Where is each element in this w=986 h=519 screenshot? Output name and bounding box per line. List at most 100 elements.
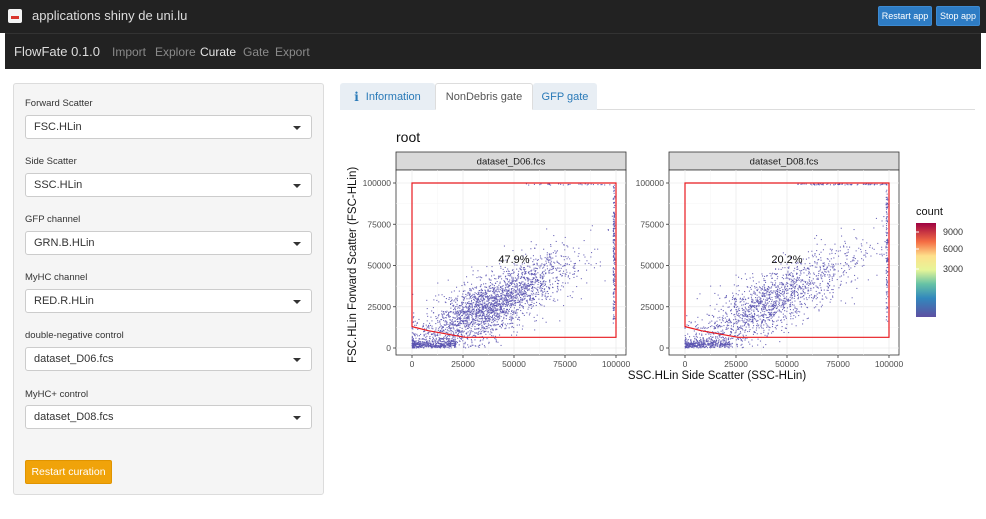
data-point	[541, 258, 543, 260]
data-point	[730, 331, 732, 333]
data-point	[414, 333, 416, 335]
nav-import[interactable]: Import	[112, 45, 146, 59]
data-point	[552, 286, 554, 288]
data-point	[711, 320, 713, 322]
stop-app-button[interactable]: Stop app	[936, 6, 980, 26]
data-point	[472, 310, 474, 312]
data-point	[545, 298, 547, 300]
data-point	[552, 300, 554, 302]
data-point	[763, 284, 765, 286]
data-point	[829, 253, 831, 255]
data-point	[613, 213, 615, 215]
data-point	[530, 299, 532, 301]
data-point	[735, 293, 737, 295]
data-point	[435, 323, 437, 325]
data-point	[467, 281, 469, 283]
data-point	[851, 260, 853, 262]
data-point	[498, 314, 500, 316]
data-point	[467, 335, 469, 337]
data-point	[504, 303, 506, 305]
data-point	[783, 298, 785, 300]
data-point	[563, 305, 565, 307]
data-point	[846, 263, 848, 265]
data-point	[468, 314, 470, 316]
data-point	[736, 346, 738, 348]
data-point	[503, 301, 505, 303]
side-scatter-select[interactable]: SSC.HLin	[25, 173, 312, 197]
data-point	[522, 267, 524, 269]
data-point	[474, 315, 476, 317]
data-point	[461, 296, 463, 298]
data-point	[753, 310, 755, 312]
data-point	[488, 311, 490, 313]
data-point	[777, 305, 779, 307]
data-point	[751, 339, 753, 341]
nav-curate[interactable]: Curate	[200, 45, 236, 59]
data-point	[541, 273, 543, 275]
tab-information[interactable]: i Information	[340, 83, 435, 110]
app-brand[interactable]: FlowFate 0.1.0	[14, 44, 100, 59]
tab-gfp-gate[interactable]: GFP gate	[533, 83, 597, 110]
data-point	[477, 299, 479, 301]
data-point	[735, 274, 737, 276]
data-point	[761, 322, 763, 324]
data-point	[424, 339, 426, 341]
data-point	[574, 251, 576, 253]
data-point	[761, 301, 763, 303]
myhc-channel-select[interactable]: RED.R.HLin	[25, 289, 312, 313]
data-point	[480, 276, 482, 278]
tab-nondebris-label: NonDebris gate	[445, 90, 523, 103]
data-point	[554, 280, 556, 282]
data-point	[794, 307, 796, 309]
data-point	[451, 340, 453, 342]
nav-gate[interactable]: Gate	[243, 45, 269, 59]
data-point	[535, 267, 537, 269]
nav-export[interactable]: Export	[275, 45, 310, 59]
nav-explore[interactable]: Explore	[155, 45, 196, 59]
data-point	[761, 306, 763, 308]
data-point	[435, 316, 437, 318]
data-point	[785, 317, 787, 319]
data-point	[490, 285, 492, 287]
tab-nondebris-gate[interactable]: NonDebris gate	[435, 83, 533, 110]
data-point	[796, 272, 798, 274]
data-point	[499, 325, 501, 327]
data-point	[614, 268, 616, 270]
data-point	[530, 293, 532, 295]
data-point	[469, 309, 471, 311]
double-negative-control-select[interactable]: dataset_D06.fcs	[25, 347, 312, 371]
data-point	[473, 308, 475, 310]
tab-information-label: Information	[365, 90, 421, 103]
data-point	[754, 292, 756, 294]
sidebar-panel: Forward Scatter FSC.HLin Side Scatter SS…	[13, 83, 324, 495]
data-point	[468, 301, 470, 303]
data-point	[885, 247, 887, 249]
data-point	[426, 313, 428, 315]
data-point	[696, 340, 698, 342]
gfp-channel-select[interactable]: GRN.B.HLin	[25, 231, 312, 255]
data-point	[762, 346, 764, 348]
myhc-control-select[interactable]: dataset_D08.fcs	[25, 405, 312, 429]
data-point	[725, 321, 727, 323]
forward-scatter-select[interactable]: FSC.HLin	[25, 115, 312, 139]
data-point	[503, 314, 505, 316]
data-point	[708, 314, 710, 316]
data-point	[828, 263, 830, 265]
data-point	[826, 267, 828, 269]
data-point	[481, 288, 483, 290]
data-point	[604, 184, 606, 186]
data-point	[448, 335, 450, 337]
data-point	[747, 323, 749, 325]
data-point	[463, 322, 465, 324]
data-point	[600, 184, 602, 186]
data-point	[498, 299, 500, 301]
tab-bar: i Information NonDebris gate GFP gate	[340, 83, 975, 110]
data-point	[725, 338, 727, 340]
data-point	[426, 328, 428, 330]
data-point	[791, 283, 793, 285]
data-point	[544, 294, 546, 296]
restart-app-button[interactable]: Restart app	[878, 6, 932, 26]
restart-curation-button[interactable]: Restart curation	[25, 460, 112, 484]
data-point	[820, 289, 822, 291]
data-point	[472, 321, 474, 323]
